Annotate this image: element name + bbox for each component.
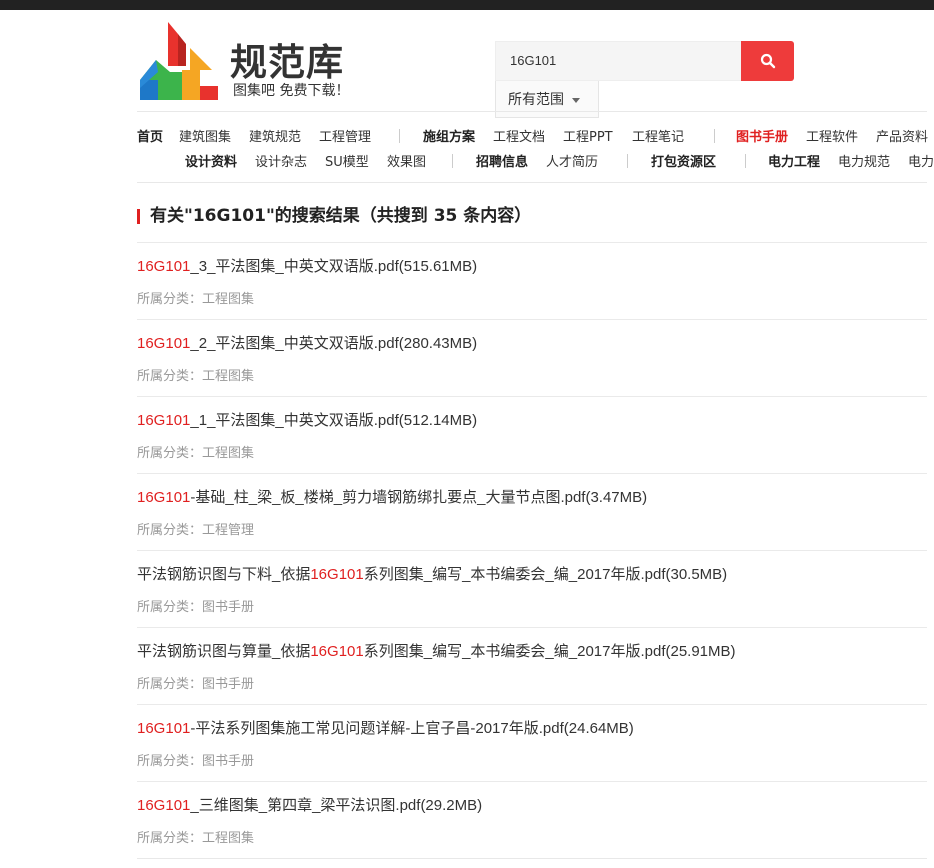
logo-house-icon: [140, 22, 218, 100]
logo-subtitle: 图集吧 免费下载！: [233, 83, 350, 99]
nav-item-project-management[interactable]: 工程管理: [319, 126, 371, 145]
list-item: 16G101-基础_柱_梁_板_楼梯_剪力墙钢筋绑扎要点_大量节点图.pdf(3…: [137, 473, 927, 550]
nav-item-power-codes[interactable]: 电力规范: [838, 151, 890, 170]
result-title-link[interactable]: 16G101_三维图集_第四章_梁平法识图.pdf(29.2MB): [137, 794, 482, 815]
logo-title: 规范库: [230, 41, 344, 84]
result-category: 所属分类：工程图集: [137, 369, 255, 384]
search-results-heading: 有关"16G101"的搜索结果（共搜到 35 条内容）: [137, 206, 531, 226]
nav-item-project-notes[interactable]: 工程笔记: [632, 126, 684, 145]
list-item: 16G101_三维图集_第四章_梁平法识图.pdf(29.2MB) 所属分类：工…: [137, 781, 927, 858]
list-item: 16G101_3_平法图集_中英文双语版.pdf(515.61MB) 所属分类：…: [137, 242, 927, 319]
nav-item-product-materials[interactable]: 产品资料: [876, 126, 928, 145]
nav-item-power-engineering[interactable]: 电力工程: [768, 151, 820, 170]
nav-divider: [137, 182, 927, 183]
search-scope-dropdown[interactable]: 所有范围: [495, 81, 599, 118]
result-category: 所属分类：工程管理: [137, 523, 255, 538]
scope-label: 所有范围: [508, 92, 564, 108]
result-title-link[interactable]: 16G101_3_平法图集_中英文双语版.pdf(515.61MB): [137, 255, 477, 276]
result-title-link[interactable]: 16G101-基础_柱_梁_板_楼梯_剪力墙钢筋绑扎要点_大量节点图.pdf(3…: [137, 486, 647, 507]
result-highlight: 16G101: [310, 643, 364, 660]
chevron-down-icon: [572, 97, 580, 103]
result-highlight: 16G101: [137, 720, 191, 737]
nav-item-building-codes[interactable]: 建筑规范: [249, 126, 301, 145]
list-item: 平法钢筋识图与算量_依据16G101系列图集_编写_本书编委会_编_2017年版…: [137, 627, 927, 704]
nav-item-su-models[interactable]: SU模型: [325, 151, 369, 170]
nav-item-renderings[interactable]: 效果图: [387, 151, 426, 170]
result-category: 所属分类：图书手册: [137, 754, 255, 769]
result-category: 所属分类：图书手册: [137, 677, 255, 692]
nav-item-construction-plans[interactable]: 施组方案: [423, 126, 475, 145]
nav-item-building-atlas[interactable]: 建筑图集: [179, 126, 231, 145]
result-title-link[interactable]: 平法钢筋识图与算量_依据16G101系列图集_编写_本书编委会_编_2017年版…: [137, 640, 736, 661]
search-input[interactable]: 16G101: [495, 41, 741, 81]
header-divider: [137, 111, 927, 112]
nav-item-books-manuals[interactable]: 图书手册: [736, 126, 788, 145]
search-button[interactable]: [741, 41, 794, 81]
result-highlight: 16G101: [310, 566, 364, 583]
result-title-link[interactable]: 平法钢筋识图与下料_依据16G101系列图集_编写_本书编委会_编_2017年版…: [137, 563, 727, 584]
nav-row-primary: 首页 建筑图集 建筑规范 工程管理 施组方案 工程文档 工程PPT 工程笔记 图…: [0, 126, 934, 146]
browser-top-bar: [0, 0, 934, 10]
nav-separator: [399, 129, 400, 143]
result-title-link[interactable]: 16G101_2_平法图集_中英文双语版.pdf(280.43MB): [137, 332, 477, 353]
result-highlight: 16G101: [137, 412, 191, 429]
result-highlight: 16G101: [137, 335, 191, 352]
result-category: 所属分类：工程图集: [137, 831, 255, 846]
list-item: 16G101_1_平法图集_中英文双语版.pdf(512.14MB) 所属分类：…: [137, 396, 927, 473]
nav-item-home[interactable]: 首页: [137, 126, 163, 145]
nav-separator: [627, 154, 628, 168]
result-title-link[interactable]: 16G101_1_平法图集_中英文双语版.pdf(512.14MB): [137, 409, 477, 430]
nav-item-project-software[interactable]: 工程软件: [806, 126, 858, 145]
nav-item-design-magazines[interactable]: 设计杂志: [255, 151, 307, 170]
nav-item-recruitment[interactable]: 招聘信息: [476, 151, 528, 170]
search-icon: [760, 53, 775, 69]
result-highlight: 16G101: [137, 797, 191, 814]
nav-item-project-docs[interactable]: 工程文档: [493, 126, 545, 145]
result-category: 所属分类：图书手册: [137, 600, 255, 615]
nav-item-project-ppt[interactable]: 工程PPT: [563, 126, 613, 145]
result-highlight: 16G101: [137, 258, 191, 275]
nav-item-resumes[interactable]: 人才简历: [546, 151, 598, 170]
search-results-list: 16G101_3_平法图集_中英文双语版.pdf(515.61MB) 所属分类：…: [137, 242, 927, 858]
nav-item-bundle-resources[interactable]: 打包资源区: [651, 151, 716, 170]
list-item: 平法钢筋识图与下料_依据16G101系列图集_编写_本书编委会_编_2017年版…: [137, 550, 927, 627]
result-title-link[interactable]: 16G101-平法系列图集施工常见问题详解-上官子昌-2017年版.pdf(24…: [137, 717, 634, 738]
list-item: 16G101-平法系列图集施工常见问题详解-上官子昌-2017年版.pdf(24…: [137, 704, 927, 781]
nav-item-design-materials[interactable]: 设计资料: [185, 151, 237, 170]
nav-row-secondary: 设计资料 设计杂志 SU模型 效果图 招聘信息 人才简历 打包资源区 电力工程 …: [0, 151, 934, 171]
nav-item-power-more[interactable]: 电力: [908, 151, 934, 170]
site-logo[interactable]: 规范库 图集吧 免费下载！: [138, 20, 368, 105]
list-item: 16G101_2_平法图集_中英文双语版.pdf(280.43MB) 所属分类：…: [137, 319, 927, 396]
result-highlight: 16G101: [137, 489, 191, 506]
nav-separator: [452, 154, 453, 168]
nav-separator: [714, 129, 715, 143]
result-category: 所属分类：工程图集: [137, 292, 255, 307]
nav-separator: [745, 154, 746, 168]
results-bottom-divider: [137, 858, 927, 859]
result-category: 所属分类：工程图集: [137, 446, 255, 461]
